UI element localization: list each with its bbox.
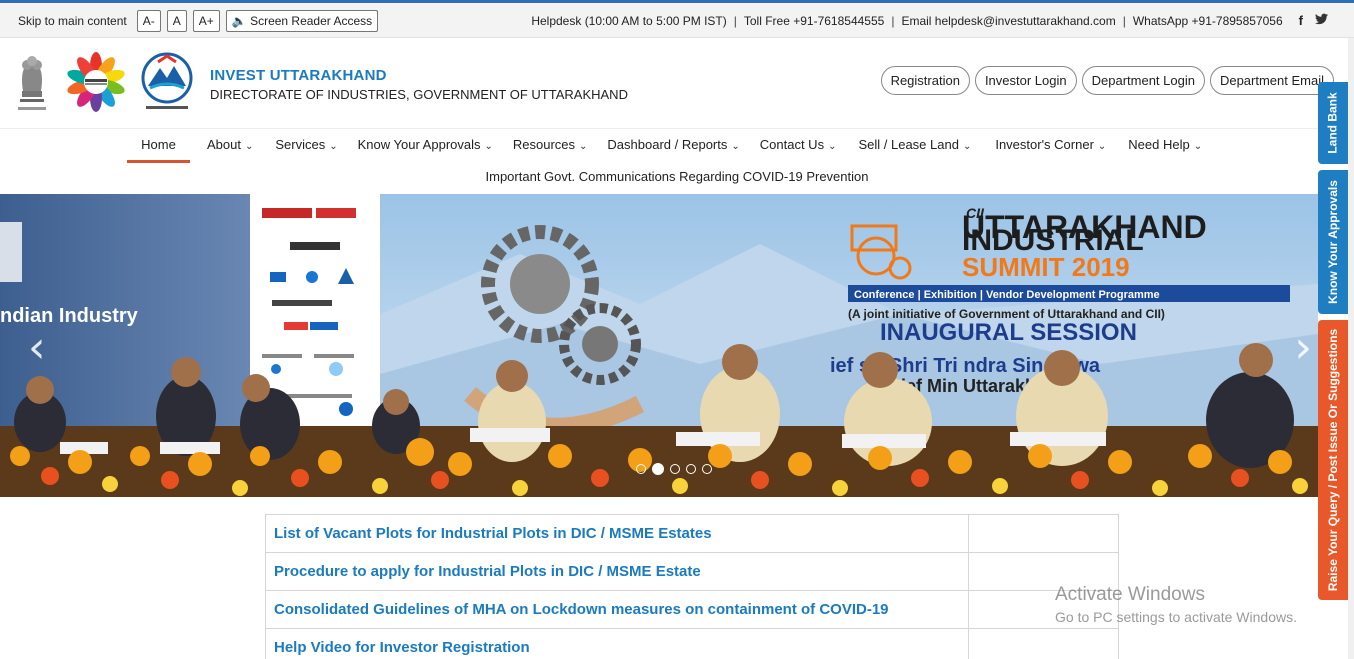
twitter-icon[interactable] [1315, 13, 1328, 28]
department-email-button[interactable]: Department Email [1209, 66, 1334, 95]
uttarakhand-govt-logo [138, 52, 196, 116]
carousel-dot[interactable] [702, 464, 712, 474]
page-scrollbar[interactable] [1348, 38, 1354, 659]
chevron-down-icon: ⌄ [1097, 141, 1107, 152]
site-header: INVEST UTTARAKHAND DIRECTORATE OF INDUST… [0, 38, 1354, 128]
social-links: f [1299, 13, 1328, 28]
important-links-table: List of Vacant Plots for Industrial Plot… [265, 514, 1119, 659]
nav-item-label: Investor's Corner [995, 137, 1094, 152]
nav-item-need-help[interactable]: Need Help ⌄ [1128, 135, 1202, 163]
divider: | [1122, 13, 1126, 28]
banner-session: INAUGURAL SESSION [880, 319, 1137, 346]
nav-item-label: Need Help [1128, 137, 1190, 152]
nav-item-contact-us[interactable]: Contact Us ⌄ [760, 135, 837, 163]
table-cell-empty [968, 514, 1119, 553]
top-utility-bar: Skip to main content A- A A+ 🔈 Screen Re… [0, 0, 1354, 38]
raise-query-label: Raise Your Query / Post Issue Or Suggest… [1326, 328, 1340, 592]
nav-item-label: Resources [512, 137, 576, 152]
site-subtitle: DIRECTORATE OF INDUSTRIES, GOVERNMENT OF… [210, 87, 628, 102]
carousel-slide-image: ndian Industry CII UTTARAKHAND INDUSTRIA… [0, 194, 1318, 497]
raise-query-tab[interactable]: Raise Your Query / Post Issue Or Suggest… [1318, 320, 1348, 600]
nav-item-know-your-approvals[interactable]: Know Your Approvals ⌄ [358, 135, 493, 163]
divider: | [733, 13, 737, 28]
chevron-down-icon: ⌄ [962, 141, 972, 152]
national-emblem-logo [14, 51, 50, 117]
know-approvals-label: Know Your Approvals [1326, 180, 1341, 304]
table-row: List of Vacant Plots for Industrial Plot… [265, 514, 1119, 553]
registration-button[interactable]: Registration [880, 66, 970, 95]
speaker-icon: 🔈 [231, 14, 247, 28]
carousel-indicators [636, 463, 712, 475]
nav-item-services[interactable]: Services ⌄ [275, 135, 337, 163]
banner-tagline: Conference | Exhibition | Vendor Develop… [854, 289, 1160, 301]
nav-item-resources[interactable]: Resources ⌄ [513, 135, 588, 163]
carousel-dot[interactable] [670, 464, 680, 474]
activation-watermark-text: Go to PC settings to activate Windows. [1055, 609, 1297, 625]
nav-item-label: Sell / Lease Land [858, 137, 959, 152]
land-bank-label: Land Bank [1326, 92, 1340, 154]
nav-item-sell-lease-land[interactable]: Sell / Lease Land ⌄ [858, 135, 971, 163]
facebook-icon[interactable]: f [1299, 13, 1303, 28]
chevron-down-icon: ⌄ [329, 141, 338, 152]
table-row: Consolidated Guidelines of MHA on Lockdo… [265, 590, 1119, 629]
main-navigation: Home About ⌄ Services ⌄ Know Your Approval… [0, 128, 1354, 194]
whatsapp-number: WhatsApp +91-7895857056 [1132, 13, 1283, 28]
font-decrease-button[interactable]: A- [136, 10, 161, 32]
header-actions: Registration Investor Login Department L… [880, 66, 1334, 95]
investor-login-button[interactable]: Investor Login [974, 66, 1077, 95]
helpdesk-hours: Helpdesk (10:00 AM to 5:00 PM IST) [531, 13, 727, 28]
divider: | [891, 13, 895, 28]
accessibility-controls: Skip to main content A- A A+ 🔈 Screen Re… [18, 10, 379, 32]
nav-item-about[interactable]: About ⌄ [207, 135, 253, 163]
activation-watermark-title: Activate Windows [1055, 584, 1205, 605]
vacant-plots-link[interactable]: List of Vacant Plots for Industrial Plot… [265, 514, 969, 553]
chevron-down-icon: ⌄ [731, 141, 740, 152]
font-increase-button[interactable]: A+ [192, 10, 220, 32]
chevron-down-icon: ⌄ [1193, 141, 1203, 152]
contact-info: Helpdesk (10:00 AM to 5:00 PM IST) | Tol… [531, 13, 1328, 28]
table-row: Procedure to apply for Industrial Plots … [265, 552, 1119, 591]
carousel-dot-active[interactable] [652, 463, 664, 475]
font-normal-button[interactable]: A [166, 10, 187, 32]
carousel-dot[interactable] [686, 464, 696, 474]
table-cell-empty [968, 628, 1119, 659]
hero-carousel: ndian Industry CII UTTARAKHAND INDUSTRIA… [0, 194, 1318, 497]
nav-item-home[interactable]: Home [127, 135, 190, 163]
carousel-next-button[interactable]: › [1294, 322, 1312, 373]
nav-item-dashboard-reports[interactable]: Dashboard / Reports ⌄ [607, 135, 739, 163]
nav-item-label: Know Your Approvals [357, 137, 481, 152]
screen-reader-button[interactable]: 🔈 Screen Reader Access [225, 10, 379, 32]
nav-item-investors-corner[interactable]: Investor's Corner ⌄ [995, 135, 1106, 163]
chevron-down-icon: ⌄ [244, 141, 254, 152]
banner-line3: SUMMIT 2019 [962, 252, 1130, 282]
chevron-down-icon: ⌄ [579, 141, 588, 152]
toll-free-number: Toll Free +91-7618544555 [743, 13, 885, 28]
registration-video-link[interactable]: Help Video for Investor Registration [265, 628, 969, 659]
plot-procedure-link[interactable]: Procedure to apply for Industrial Plots … [265, 552, 969, 591]
site-title[interactable]: INVEST UTTARAKHAND [210, 67, 387, 84]
nav-item-label: About [207, 137, 241, 152]
nav-item-label: Contact Us [759, 137, 825, 152]
chevron-down-icon: ⌄ [484, 141, 493, 152]
destination-uttarakhand-logo [58, 50, 134, 112]
know-your-approvals-tab[interactable]: Know Your Approvals [1318, 170, 1348, 314]
screen-reader-label: Screen Reader Access [250, 14, 373, 28]
covid-announcement-link[interactable]: Important Govt. Communications Regarding… [0, 169, 1354, 184]
nav-item-label: Home [141, 137, 176, 152]
carousel-dot[interactable] [636, 464, 646, 474]
chevron-down-icon: ⌄ [828, 141, 837, 152]
carousel-prev-button[interactable]: ‹ [28, 322, 46, 373]
table-row: Help Video for Investor Registration [265, 628, 1119, 659]
nav-item-label: Dashboard / Reports [607, 137, 728, 152]
land-bank-tab[interactable]: Land Bank [1318, 82, 1348, 164]
department-login-button[interactable]: Department Login [1081, 66, 1205, 95]
helpdesk-email[interactable]: Email helpdesk@investuttarakhand.com [901, 14, 1115, 28]
backdrop-left-text: ndian Industry [0, 305, 139, 327]
mha-guidelines-link[interactable]: Consolidated Guidelines of MHA on Lockdo… [265, 590, 969, 629]
nav-item-label: Services [275, 137, 326, 152]
skip-to-main-link[interactable]: Skip to main content [18, 14, 127, 28]
